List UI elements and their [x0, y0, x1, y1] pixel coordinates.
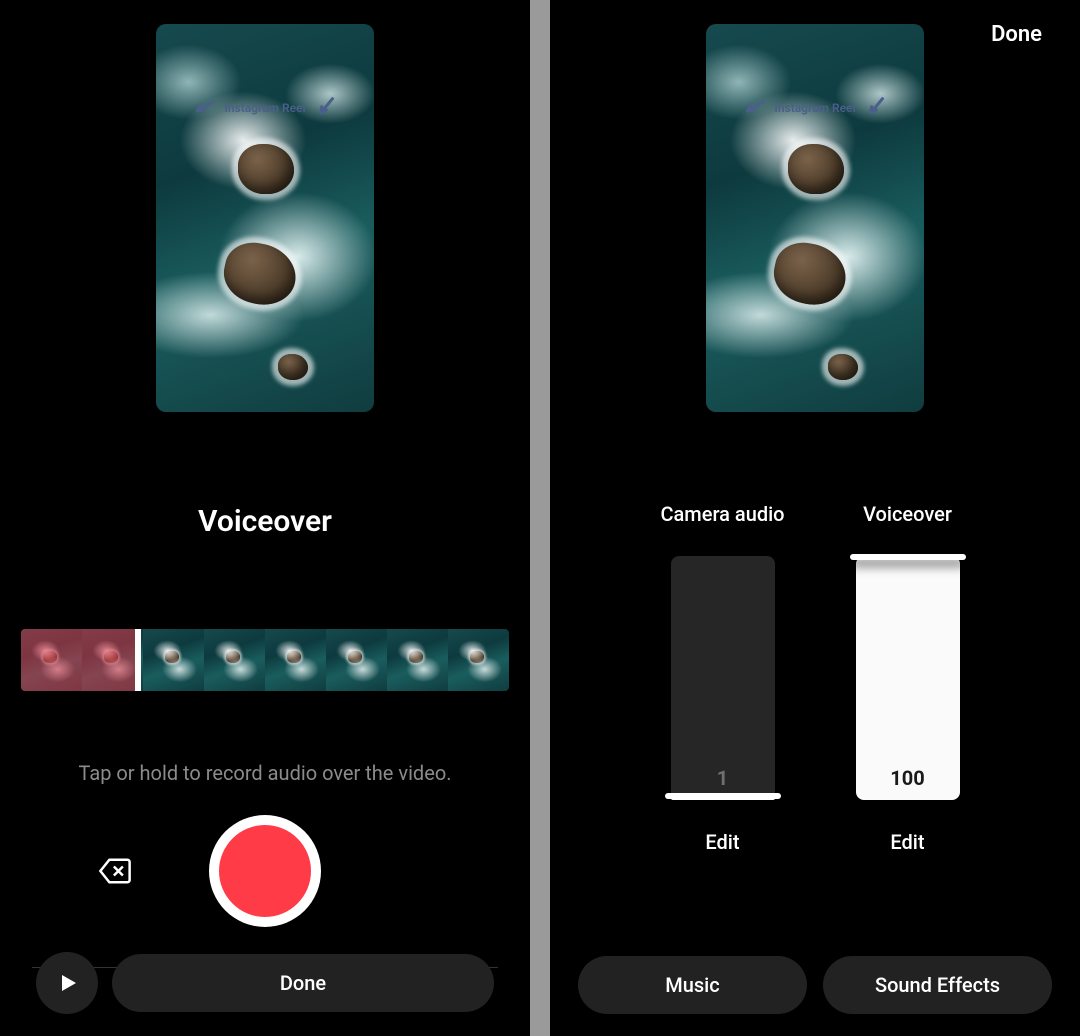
record-instruction: Tap or hold to record audio over the vid… [78, 761, 451, 785]
music-button-label: Music [665, 973, 719, 997]
delete-last-recording-button[interactable] [95, 851, 135, 891]
timeline-frame [387, 629, 448, 691]
top-done-button[interactable]: Done [991, 22, 1042, 47]
recorded-region [21, 629, 138, 691]
play-button[interactable] [36, 952, 98, 1014]
voiceover-panel: Instagram Reel Voiceover Tap or hold to … [0, 0, 530, 1036]
video-preview[interactable]: Instagram Reel [156, 24, 374, 412]
volume-slider[interactable]: 1 [671, 556, 775, 800]
video-preview[interactable]: Instagram Reel [706, 24, 924, 412]
arrow-down-left-icon [310, 94, 342, 122]
slider-value: 100 [856, 766, 960, 790]
video-overlay-label: Instagram Reel [156, 96, 374, 120]
arrow-down-left-icon [860, 94, 892, 122]
timeline-scrubber[interactable] [21, 629, 509, 691]
slider-value: 1 [671, 766, 775, 790]
music-button[interactable]: Music [578, 956, 807, 1014]
edit-channel-button[interactable]: Edit [890, 830, 924, 854]
mixer-channel: Voiceover 100 Edit [835, 488, 980, 854]
video-overlay-label: Instagram Reel [706, 96, 924, 120]
voiceover-title: Voiceover [198, 504, 332, 539]
video-overlay-text: Instagram Reel [774, 101, 855, 115]
video-overlay-text: Instagram Reel [224, 101, 305, 115]
timeline-frame [448, 629, 509, 691]
arrow-down-right-icon [739, 94, 771, 122]
record-indicator-icon [219, 825, 311, 917]
slider-thumb[interactable] [665, 793, 781, 799]
audio-mixer: Camera audio 1 Edit Voiceover 100 Edit [550, 488, 1080, 854]
slider-thumb[interactable] [850, 554, 966, 560]
sound-effects-button[interactable]: Sound Effects [823, 956, 1052, 1014]
timeline-frame [326, 629, 387, 691]
timeline-frame [204, 629, 265, 691]
channel-label: Voiceover [863, 488, 952, 540]
audio-mixer-panel: Done Instagram Reel Camera audio1EditVoi… [550, 0, 1080, 1036]
sound-effects-button-label: Sound Effects [875, 973, 1000, 997]
timeline-frame [143, 629, 204, 691]
arrow-down-right-icon [189, 94, 221, 122]
timeline-frame [265, 629, 326, 691]
record-button[interactable] [209, 815, 321, 927]
backspace-x-icon [97, 853, 133, 889]
playhead[interactable] [135, 629, 141, 691]
top-done-label: Done [991, 22, 1042, 47]
done-button-label: Done [280, 971, 326, 995]
mixer-channel: Camera audio 1 Edit [650, 488, 795, 854]
edit-channel-button[interactable]: Edit [705, 830, 739, 854]
channel-label: Camera audio [660, 488, 784, 540]
volume-slider[interactable]: 100 [856, 556, 960, 800]
play-icon [55, 971, 79, 995]
done-button[interactable]: Done [112, 954, 494, 1012]
